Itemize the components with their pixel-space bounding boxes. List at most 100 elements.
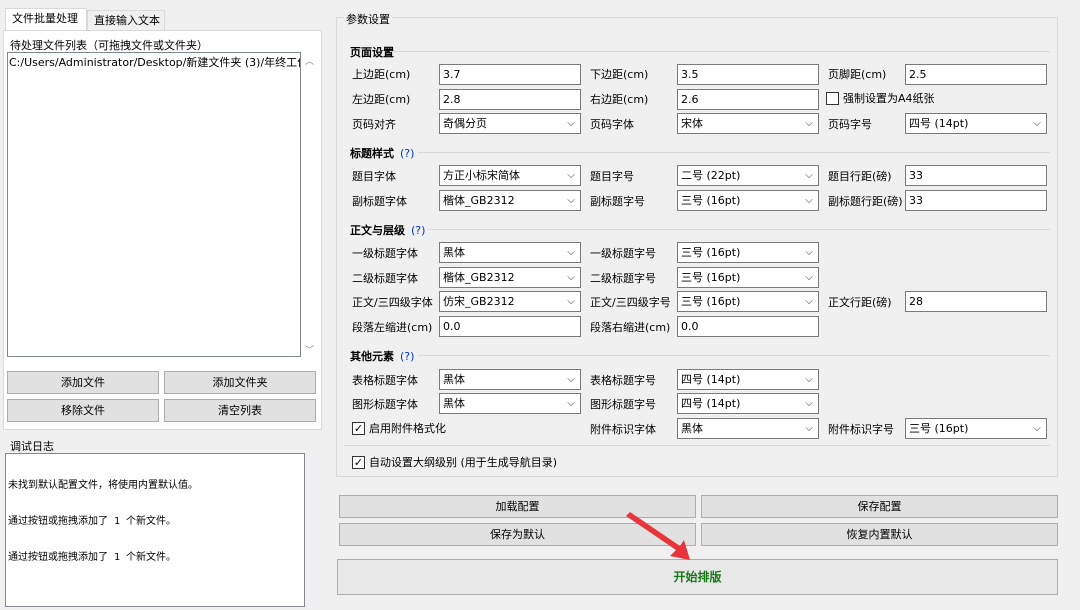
table-title-font-select[interactable]: 黑体 ⌵ xyxy=(439,369,581,390)
footer-margin-label: 页脚距(cm) xyxy=(828,68,887,81)
tab-direct-text[interactable]: 直接输入文本 xyxy=(87,10,165,30)
help-icon[interactable]: (?) xyxy=(400,350,414,363)
h1-font-value: 黑体 xyxy=(443,246,465,259)
file-listbox[interactable]: C:/Users/Administrator/Desktop/新建文件夹 (3)… xyxy=(7,52,301,357)
footer-margin-field[interactable]: 2.5 xyxy=(905,64,1047,85)
chevron-down-icon: ⌵ xyxy=(1033,423,1041,434)
figure-title-font-select[interactable]: 黑体 ⌵ xyxy=(439,393,581,414)
restore-default-button[interactable]: 恢复内置默认 xyxy=(701,523,1058,546)
body-spacing-label: 正文行距(磅) xyxy=(828,296,892,309)
section-page-settings: 页面设置 xyxy=(350,46,394,59)
h2-size-select[interactable]: 三号 (16pt) ⌵ xyxy=(677,267,819,288)
start-format-button[interactable]: 开始排版 xyxy=(337,559,1058,595)
subtitle-size-select[interactable]: 三号 (16pt) ⌵ xyxy=(677,190,819,211)
h1-font-select[interactable]: 黑体 ⌵ xyxy=(439,242,581,263)
page-size-value: 四号 (14pt) xyxy=(909,117,969,130)
log-line: 通过按钮或拖拽添加了 1 个新文件。 xyxy=(8,516,177,527)
h1-size-label: 一级标题字号 xyxy=(590,247,656,260)
clear-list-button[interactable]: 清空列表 xyxy=(164,399,316,422)
title-size-label: 题目字号 xyxy=(590,170,634,183)
left-margin-field[interactable]: 2.8 xyxy=(439,89,581,110)
body-spacing-field[interactable]: 28 xyxy=(905,291,1047,312)
auto-outline-label: 自动设置大纲级别 (用于生成导航目录) xyxy=(369,456,558,469)
table-title-font-label: 表格标题字体 xyxy=(352,374,418,387)
subtitle-font-select[interactable]: 楷体_GB2312 ⌵ xyxy=(439,190,581,211)
force-a4-checkbox[interactable] xyxy=(826,92,839,105)
title-style-heading: 标题样式 xyxy=(350,147,394,160)
subtitle-font-value: 楷体_GB2312 xyxy=(443,194,515,207)
attachment-font-select[interactable]: 黑体 ⌵ xyxy=(677,418,819,439)
page-font-value: 宋体 xyxy=(681,117,703,130)
section-title-style: 标题样式 (?) xyxy=(350,145,414,161)
list-item[interactable]: C:/Users/Administrator/Desktop/新建文件夹 (3)… xyxy=(8,53,300,71)
section-divider xyxy=(418,152,1050,153)
subtitle-spacing-field[interactable]: 33 xyxy=(905,190,1047,211)
h2-font-value: 楷体_GB2312 xyxy=(443,271,515,284)
title-spacing-label: 题目行距(磅) xyxy=(828,170,892,183)
title-font-value: 方正小标宋简体 xyxy=(443,169,520,182)
body-size-label: 正文/三四级字号 xyxy=(590,296,671,309)
top-margin-field[interactable]: 3.7 xyxy=(439,64,581,85)
left-indent-field[interactable]: 0.0 xyxy=(439,316,581,337)
h2-font-label: 二级标题字体 xyxy=(352,272,418,285)
figure-title-font-label: 图形标题字体 xyxy=(352,398,418,411)
h2-size-value: 三号 (16pt) xyxy=(681,271,741,284)
chevron-down-icon: ⌵ xyxy=(805,374,813,385)
chevron-down-icon: ⌵ xyxy=(805,272,813,283)
remove-file-button[interactable]: 移除文件 xyxy=(7,399,159,422)
save-config-button[interactable]: 保存配置 xyxy=(701,495,1058,518)
chevron-down-icon: ⌵ xyxy=(805,247,813,258)
right-margin-field[interactable]: 2.6 xyxy=(677,89,819,110)
chevron-down-icon: ⌵ xyxy=(805,170,813,181)
table-title-size-label: 表格标题字号 xyxy=(590,374,656,387)
check-icon: ✓ xyxy=(353,422,364,435)
title-font-select[interactable]: 方正小标宋简体 ⌵ xyxy=(439,165,581,186)
title-size-select[interactable]: 二号 (22pt) ⌵ xyxy=(677,165,819,186)
attachment-font-label: 附件标识字体 xyxy=(590,423,656,436)
chevron-down-icon: ⌵ xyxy=(1033,118,1041,129)
log-line: 通过按钮或拖拽添加了 1 个新文件。 xyxy=(8,552,177,563)
auto-outline-checkbox[interactable]: ✓ xyxy=(352,456,365,469)
bottom-margin-field[interactable]: 3.5 xyxy=(677,64,819,85)
scroll-down-icon[interactable]: ﹀ xyxy=(305,343,314,356)
chevron-down-icon: ⌵ xyxy=(567,296,575,307)
h1-size-value: 三号 (16pt) xyxy=(681,246,741,259)
attachment-font-value: 黑体 xyxy=(681,422,703,435)
scroll-up-icon[interactable]: ︿ xyxy=(305,54,314,67)
page-font-label: 页码字体 xyxy=(590,118,634,131)
page-font-select[interactable]: 宋体 ⌵ xyxy=(677,113,819,134)
attachment-format-checkbox[interactable]: ✓ xyxy=(352,422,365,435)
h2-font-select[interactable]: 楷体_GB2312 ⌵ xyxy=(439,267,581,288)
page-align-select[interactable]: 奇偶分页 ⌵ xyxy=(439,113,581,134)
chevron-down-icon: ⌵ xyxy=(567,195,575,206)
add-folder-button[interactable]: 添加文件夹 xyxy=(164,371,316,394)
section-divider xyxy=(390,51,1050,52)
chevron-down-icon: ⌵ xyxy=(805,296,813,307)
chevron-down-icon: ⌵ xyxy=(567,272,575,283)
attachment-size-select[interactable]: 三号 (16pt) ⌵ xyxy=(905,418,1047,439)
help-icon[interactable]: (?) xyxy=(400,147,414,160)
log-textarea[interactable]: 未找到默认配置文件，将使用内置默认值。 通过按钮或拖拽添加了 1 个新文件。 通… xyxy=(5,453,305,607)
help-icon[interactable]: (?) xyxy=(411,224,425,237)
body-size-select[interactable]: 三号 (16pt) ⌵ xyxy=(677,291,819,312)
body-font-value: 仿宋_GB2312 xyxy=(443,295,515,308)
section-body-levels: 正文与层级 (?) xyxy=(350,222,425,238)
table-title-size-select[interactable]: 四号 (14pt) ⌵ xyxy=(677,369,819,390)
add-file-button[interactable]: 添加文件 xyxy=(7,371,159,394)
h1-size-select[interactable]: 三号 (16pt) ⌵ xyxy=(677,242,819,263)
section-divider xyxy=(428,229,1050,230)
chevron-down-icon: ⌵ xyxy=(805,398,813,409)
right-indent-field[interactable]: 0.0 xyxy=(677,316,819,337)
right-margin-label: 右边距(cm) xyxy=(590,93,649,106)
attachment-size-value: 三号 (16pt) xyxy=(909,422,969,435)
tab-batch-files[interactable]: 文件批量处理 xyxy=(5,8,87,30)
figure-title-size-select[interactable]: 四号 (14pt) ⌵ xyxy=(677,393,819,414)
chevron-down-icon: ⌵ xyxy=(567,170,575,181)
body-font-select[interactable]: 仿宋_GB2312 ⌵ xyxy=(439,291,581,312)
section-divider xyxy=(418,355,1050,356)
page-size-select[interactable]: 四号 (14pt) ⌵ xyxy=(905,113,1047,134)
figure-title-size-label: 图形标题字号 xyxy=(590,398,656,411)
section-divider xyxy=(344,445,1050,446)
attachment-format-label: 启用附件格式化 xyxy=(369,422,446,435)
title-spacing-field[interactable]: 33 xyxy=(905,165,1047,186)
